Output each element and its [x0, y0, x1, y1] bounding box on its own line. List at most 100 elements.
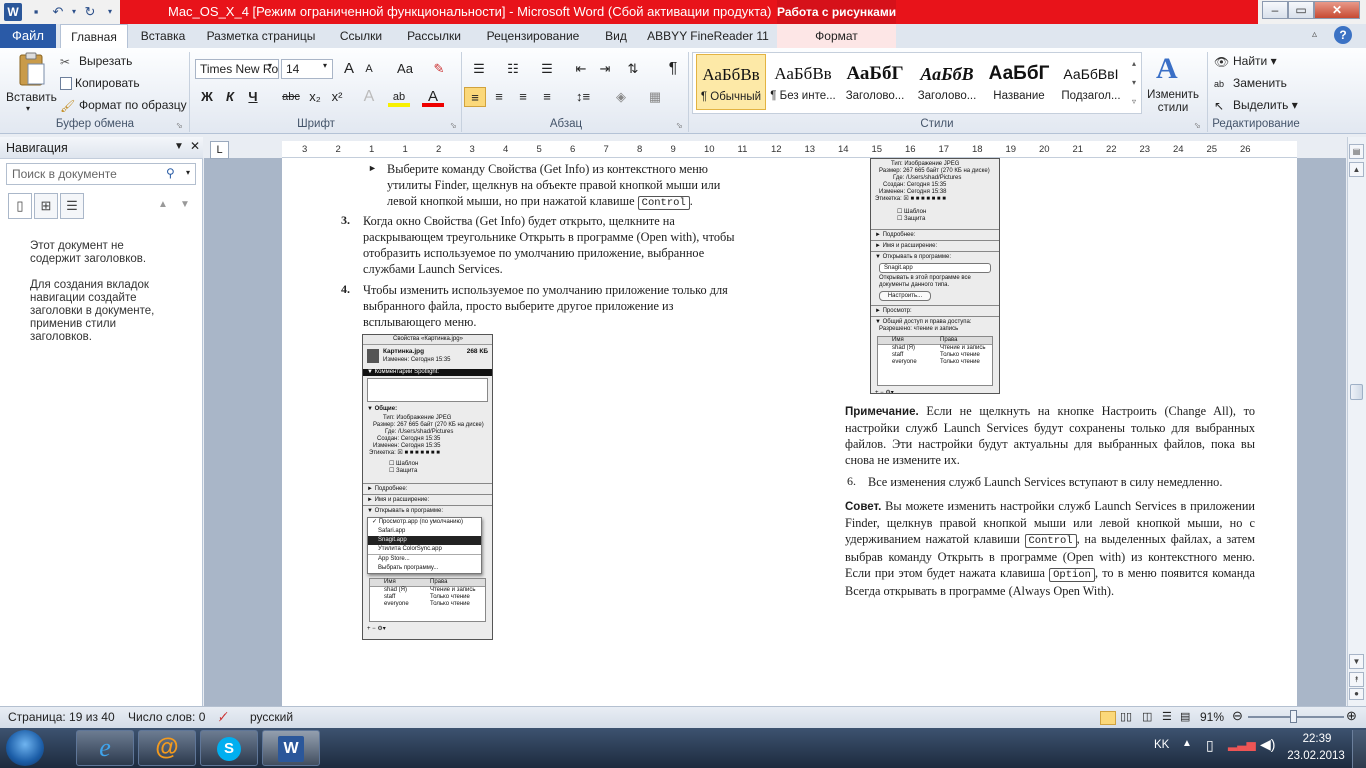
get-info-screenshot-left[interactable]: Свойства «Картинка.jpg» Картинка.jpg 268…	[362, 334, 493, 640]
change-all-button[interactable]: Настроить...	[879, 291, 931, 301]
find-button[interactable]: 👁 Найти ▾	[1214, 53, 1277, 70]
nav-prev-icon[interactable]: ▲	[158, 199, 168, 210]
volume-icon[interactable]: ◀)	[1260, 736, 1275, 753]
align-right-icon[interactable]: ≡	[512, 87, 534, 107]
bold-button[interactable]: Ж	[196, 87, 218, 107]
font-size-dropdown-icon[interactable]: ▾	[323, 61, 327, 70]
bullets-icon[interactable]: ☰	[466, 59, 492, 79]
spotlight-comments-field[interactable]	[367, 378, 488, 402]
permissions-controls[interactable]: + − ⚙▾	[363, 626, 492, 633]
nav-menu-icon[interactable]: ▼	[174, 141, 184, 152]
scroll-thumb[interactable]	[1350, 384, 1363, 400]
grow-font-button[interactable]: A	[338, 59, 360, 79]
decrease-indent-icon[interactable]: ⇤	[570, 59, 592, 79]
word-count[interactable]: Число слов: 0	[128, 710, 205, 724]
change-styles-icon[interactable]: A	[1156, 52, 1178, 86]
vertical-scrollbar[interactable]	[1347, 137, 1366, 706]
search-options-icon[interactable]: ▾	[186, 168, 190, 177]
tab-home[interactable]: Главная	[60, 24, 128, 48]
style-normal[interactable]: АаБбВв ¶ Обычный	[696, 54, 766, 110]
word-taskbar-button[interactable]: W	[262, 730, 320, 766]
page-count[interactable]: Страница: 19 из 40	[8, 710, 115, 724]
maximize-button[interactable]: ▭	[1288, 1, 1314, 19]
clock-time[interactable]: 22:39	[1290, 733, 1344, 745]
ribbon-minimize-icon[interactable]: ▵	[1312, 29, 1317, 40]
input-language[interactable]: KK	[1154, 739, 1169, 751]
tab-review[interactable]: Рецензирование	[478, 24, 588, 48]
tab-abbyy[interactable]: ABBYY FineReader 11	[646, 24, 770, 48]
text-effects-icon[interactable]: A	[358, 87, 380, 107]
clipboard-launcher-icon[interactable]: ⬂	[176, 121, 183, 130]
show-hidden-icons[interactable]: ▲	[1182, 738, 1192, 749]
shrink-font-button[interactable]: A	[358, 59, 380, 79]
highlight-icon[interactable]: ab	[388, 87, 410, 107]
scroll-up-icon[interactable]: ▲	[1349, 162, 1364, 177]
zoom-level[interactable]: 91%	[1200, 710, 1224, 724]
style-no-spacing[interactable]: АаБбВв ¶ Без инте...	[768, 54, 838, 110]
shading-icon[interactable]: ◈	[610, 87, 632, 107]
cut-button[interactable]: ✂ Вырезать	[60, 53, 132, 70]
strikethrough-button[interactable]: abc	[278, 87, 304, 107]
paste-icon[interactable]	[14, 52, 48, 88]
font-name-dropdown-icon[interactable]: ▾	[268, 61, 272, 70]
paste-dropdown-icon[interactable]: ▾	[26, 104, 30, 113]
paste-button[interactable]: Вставить	[6, 89, 57, 105]
italic-button[interactable]: К	[219, 87, 241, 107]
superscript-button[interactable]: x²	[326, 87, 348, 107]
nav-tab-pages[interactable]: ⊞	[34, 193, 58, 219]
tab-insert[interactable]: Вставка	[132, 24, 194, 48]
network-icon[interactable]: ▂▃▅	[1228, 737, 1256, 751]
subscript-button[interactable]: x₂	[304, 87, 326, 107]
styles-scroll[interactable]: ▴ ▾ ▿	[1128, 54, 1140, 112]
previous-page-icon[interactable]: ⯭	[1349, 672, 1364, 687]
line-spacing-icon[interactable]: ↕≡	[570, 87, 596, 107]
tab-page-layout[interactable]: Разметка страницы	[200, 24, 322, 48]
start-button[interactable]	[6, 730, 44, 766]
undo-icon[interactable]: ↶	[50, 3, 66, 21]
mail-taskbar-button[interactable]: @	[138, 730, 196, 766]
browse-object-icon[interactable]: ●	[1349, 688, 1364, 700]
zoom-slider-thumb[interactable]	[1290, 710, 1297, 723]
qat-customize-icon[interactable]: ▾	[102, 3, 118, 21]
format-painter-button[interactable]: 🖌 Формат по образцу	[60, 97, 187, 114]
ie-taskbar-button[interactable]: e	[76, 730, 134, 766]
permissions-controls[interactable]: + − ⚙▾	[871, 390, 999, 393]
font-color-icon[interactable]: A	[422, 87, 444, 107]
word-app-icon[interactable]: W	[4, 3, 22, 21]
battery-icon[interactable]: ▯	[1206, 737, 1214, 754]
save-icon[interactable]: ▪	[28, 3, 44, 21]
align-left-icon[interactable]: ≡	[464, 87, 486, 107]
help-icon[interactable]: ?	[1334, 26, 1352, 44]
sort-icon[interactable]: ⇅	[622, 59, 644, 79]
template-checkbox[interactable]: ☐ Шаблон	[871, 209, 999, 216]
zoom-out-icon[interactable]: ⊖	[1232, 708, 1243, 724]
ruler-toggle-icon[interactable]: ▤	[1349, 144, 1364, 159]
tab-mailings[interactable]: Рассылки	[400, 24, 468, 48]
minimize-button[interactable]: –	[1262, 1, 1288, 19]
increase-indent-icon[interactable]: ⇥	[594, 59, 616, 79]
view-reading-icon[interactable]: ▯▯	[1120, 710, 1132, 723]
font-launcher-icon[interactable]: ⬂	[450, 121, 457, 130]
replace-button[interactable]: ab Заменить	[1214, 75, 1287, 92]
style-title[interactable]: АаБбГ Название	[984, 54, 1054, 110]
open-with-popup-menu[interactable]: ✓ Просмотр.app (по умолчанию) Safari.app…	[367, 517, 482, 574]
nav-close-icon[interactable]: ✕	[190, 139, 200, 153]
get-info-screenshot-right[interactable]: Тип: Изображение JPEG Размер: 267 665 ба…	[870, 158, 1000, 394]
clock-date[interactable]: 23.02.2013	[1284, 750, 1348, 762]
tab-references[interactable]: Ссылки	[330, 24, 392, 48]
skype-taskbar-button[interactable]: S	[200, 730, 258, 766]
nav-tab-results[interactable]: ☰	[60, 193, 84, 219]
zoom-in-icon[interactable]: ⊕	[1346, 708, 1357, 724]
align-center-icon[interactable]: ≡	[488, 87, 510, 107]
tab-view[interactable]: Вид	[596, 24, 636, 48]
horizontal-ruler[interactable]: 3 2 1 1 2 3 4 5 6 7 8 9 10 11 12 13 14 15 16 17 18 19 20 21 22 23…	[282, 141, 1297, 158]
style-subtitle[interactable]: АаБбВвІ Подзагол...	[1056, 54, 1126, 110]
change-case-button[interactable]: Aa	[390, 59, 420, 79]
clear-format-icon[interactable]: ✎	[428, 59, 450, 79]
copy-button[interactable]: Копировать	[60, 75, 140, 91]
underline-button[interactable]: Ч	[242, 87, 264, 107]
styles-launcher-icon[interactable]: ⬂	[1194, 121, 1201, 130]
view-web-icon[interactable]: ◫	[1142, 710, 1152, 723]
nav-next-icon[interactable]: ▼	[180, 199, 190, 210]
proofing-icon[interactable]: ✓̸	[218, 710, 228, 724]
